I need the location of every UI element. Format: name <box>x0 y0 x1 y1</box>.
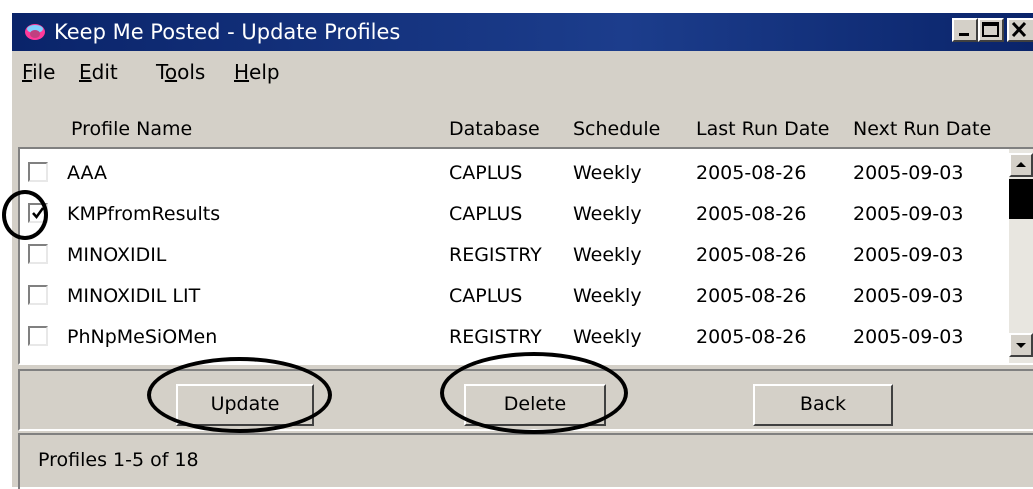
profile-name-cell: MINOXIDIL <box>67 244 167 266</box>
database-cell: CAPLUS <box>449 162 523 184</box>
checkmark-icon <box>32 207 45 220</box>
profile-list: AAA CAPLUS Weekly 2005-08-26 2005-09-03 … <box>18 147 1033 365</box>
vertical-scrollbar[interactable] <box>1009 149 1033 363</box>
last-run-cell: 2005-08-26 <box>696 285 807 307</box>
profile-name-cell: PhNpMeSiOMen <box>67 326 218 348</box>
schedule-cell: Weekly <box>573 244 642 266</box>
row-checkbox[interactable] <box>28 285 48 305</box>
table-row[interactable]: MINOXIDIL LIT CAPLUS Weekly 2005-08-26 2… <box>20 276 1000 316</box>
table-row[interactable]: KMPfromResults CAPLUS Weekly 2005-08-26 … <box>20 194 1000 234</box>
app-window: Keep Me Posted - Update Profiles File Ed… <box>10 11 1033 489</box>
schedule-cell: Weekly <box>573 285 642 307</box>
close-icon <box>1011 21 1027 38</box>
row-checkbox[interactable] <box>28 244 48 264</box>
minimize-button[interactable] <box>952 18 978 42</box>
menu-tools[interactable]: Tools <box>156 59 205 85</box>
profile-name-cell: MINOXIDIL LIT <box>67 285 201 307</box>
update-button[interactable]: Update <box>176 384 314 426</box>
menu-file[interactable]: File <box>22 59 55 85</box>
status-text: Profiles 1-5 of 18 <box>38 449 199 471</box>
status-bar: Profiles 1-5 of 18 <box>18 433 1033 489</box>
column-header-database[interactable]: Database <box>449 117 540 141</box>
kmp-app-icon <box>25 24 45 40</box>
menu-bar: File Edit Tools Help <box>12 57 1033 89</box>
back-button[interactable]: Back <box>753 384 893 426</box>
column-header-profile-name[interactable]: Profile Name <box>71 117 192 141</box>
column-header-last-run-date[interactable]: Last Run Date <box>696 117 830 141</box>
maximize-button[interactable] <box>978 18 1004 42</box>
next-run-cell: 2005-09-03 <box>853 285 964 307</box>
database-cell: CAPLUS <box>449 203 523 225</box>
arrow-down-icon <box>1016 343 1026 348</box>
schedule-cell: Weekly <box>573 203 642 225</box>
scroll-thumb[interactable] <box>1009 179 1033 219</box>
row-checkbox-checked[interactable] <box>28 203 48 223</box>
table-row[interactable]: MINOXIDIL REGISTRY Weekly 2005-08-26 200… <box>20 235 1000 275</box>
scroll-up-button[interactable] <box>1009 153 1033 177</box>
column-header-schedule[interactable]: Schedule <box>573 117 660 141</box>
minimize-icon <box>959 33 969 36</box>
close-button[interactable] <box>1007 18 1033 42</box>
menu-edit[interactable]: Edit <box>79 59 118 85</box>
button-bar: Update Delete Back <box>18 369 1033 431</box>
window-title: Keep Me Posted - Update Profiles <box>54 20 401 44</box>
database-cell: REGISTRY <box>449 326 542 348</box>
schedule-cell: Weekly <box>573 326 642 348</box>
row-checkbox[interactable] <box>28 326 48 346</box>
database-cell: REGISTRY <box>449 244 542 266</box>
schedule-cell: Weekly <box>573 162 642 184</box>
title-bar[interactable]: Keep Me Posted - Update Profiles <box>12 13 1033 51</box>
profile-name-cell: KMPfromResults <box>67 203 221 225</box>
next-run-cell: 2005-09-03 <box>853 162 964 184</box>
next-run-cell: 2005-09-03 <box>853 326 964 348</box>
menu-help[interactable]: Help <box>234 59 280 85</box>
last-run-cell: 2005-08-26 <box>696 162 807 184</box>
maximize-icon <box>982 22 999 37</box>
next-run-cell: 2005-09-03 <box>853 244 964 266</box>
column-header-next-run-date[interactable]: Next Run Date <box>853 117 991 141</box>
database-cell: CAPLUS <box>449 285 523 307</box>
delete-button[interactable]: Delete <box>464 384 606 426</box>
last-run-cell: 2005-08-26 <box>696 326 807 348</box>
last-run-cell: 2005-08-26 <box>696 244 807 266</box>
next-run-cell: 2005-09-03 <box>853 203 964 225</box>
profile-name-cell: AAA <box>67 162 108 184</box>
last-run-cell: 2005-08-26 <box>696 203 807 225</box>
table-row[interactable]: PhNpMeSiOMen REGISTRY Weekly 2005-08-26 … <box>20 317 1000 357</box>
scroll-down-button[interactable] <box>1009 333 1033 357</box>
table-row[interactable]: AAA CAPLUS Weekly 2005-08-26 2005-09-03 <box>20 153 1000 193</box>
row-checkbox[interactable] <box>28 162 48 182</box>
arrow-up-icon <box>1016 162 1026 167</box>
